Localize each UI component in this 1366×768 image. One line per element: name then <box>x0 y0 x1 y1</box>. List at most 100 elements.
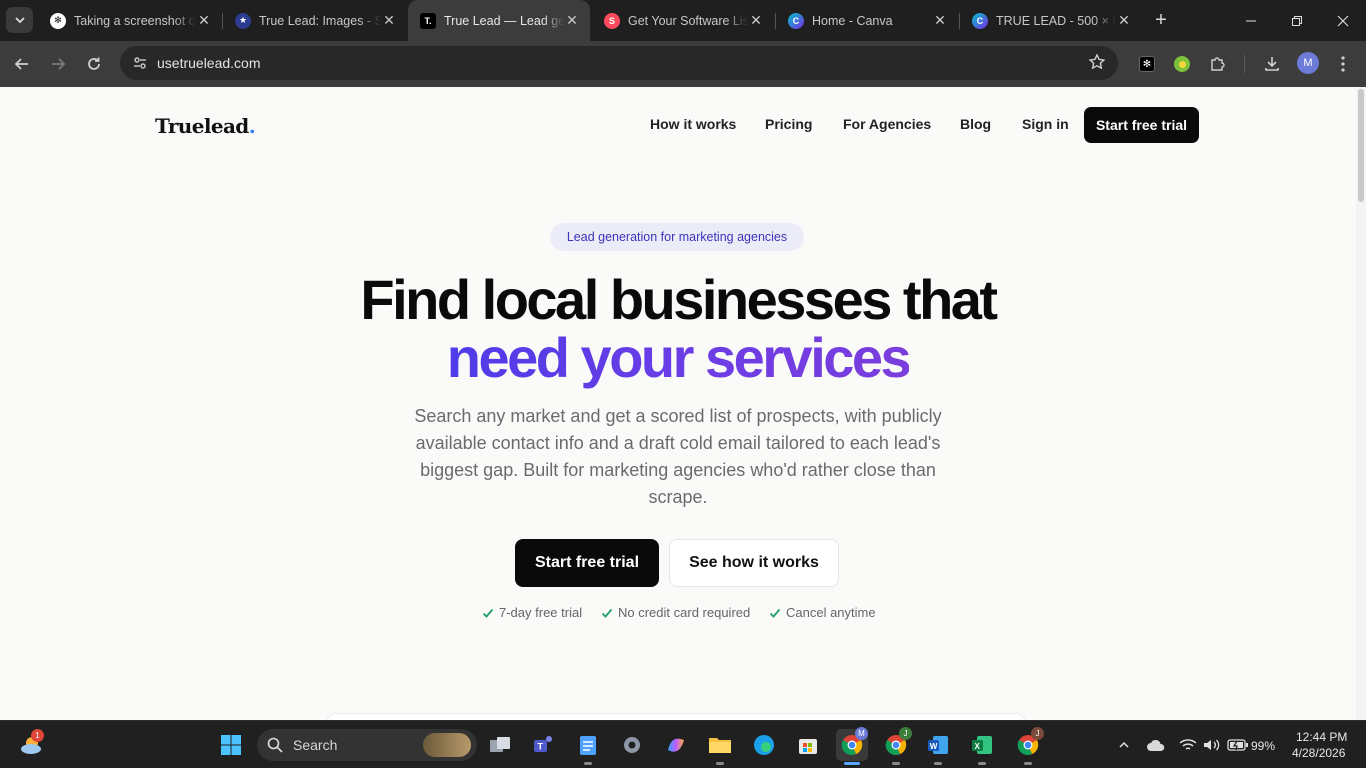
new-tab-button[interactable]: + <box>1150 9 1172 31</box>
nav-pricing[interactable]: Pricing <box>765 116 812 132</box>
weather-widget[interactable]: 1 <box>16 729 48 761</box>
close-icon[interactable]: ✕ <box>1116 12 1132 29</box>
running-indicator <box>716 762 724 765</box>
browser-tab[interactable]: ✻ Taking a screenshot of ✕ <box>38 0 222 41</box>
url-text[interactable]: usetruelead.com <box>157 55 261 71</box>
close-icon[interactable]: ✕ <box>932 12 948 29</box>
close-icon[interactable]: ✕ <box>564 12 580 29</box>
gear-icon <box>624 737 640 753</box>
profile-badge: M <box>855 727 868 740</box>
check-icon <box>482 608 494 618</box>
microsoft-store-app[interactable] <box>792 729 824 761</box>
downloads-button[interactable] <box>1262 54 1282 74</box>
nav-start-free-trial-button[interactable]: Start free trial <box>1084 107 1199 143</box>
chrome-app-profile-m[interactable]: M <box>836 727 868 765</box>
browser-toolbar: usetruelead.com ✻ <box>0 41 1366 87</box>
star-icon <box>1088 53 1106 70</box>
forward-button[interactable] <box>44 50 72 78</box>
lightbulb-extension-button[interactable] <box>1172 54 1192 74</box>
onedrive-button[interactable] <box>1140 729 1172 761</box>
running-indicator <box>584 762 592 765</box>
hero-start-free-trial-button[interactable]: Start free trial <box>515 539 659 587</box>
close-window-button[interactable] <box>1320 0 1366 41</box>
start-button[interactable] <box>215 729 247 761</box>
bookmark-star-button[interactable] <box>1088 53 1106 76</box>
check-icon <box>769 608 781 618</box>
notepad-icon <box>580 736 596 755</box>
settings-app[interactable] <box>616 729 648 761</box>
notepad-app[interactable] <box>572 729 604 765</box>
close-icon[interactable]: ✕ <box>748 12 764 29</box>
canva-icon: C <box>788 12 804 29</box>
copilot-icon <box>668 738 684 752</box>
browser-tab[interactable]: S Get Your Software Lis ✕ <box>592 0 774 41</box>
site-info-button[interactable] <box>128 51 152 75</box>
excel-icon: X <box>972 736 992 754</box>
chevron-up-icon <box>1119 741 1129 748</box>
chatgpt-extension-button[interactable]: ✻ <box>1137 54 1157 74</box>
page-scrollbar[interactable] <box>1356 87 1366 720</box>
file-explorer-app[interactable] <box>704 729 736 765</box>
browser-tab[interactable]: C Home - Canva ✕ <box>776 0 958 41</box>
close-icon[interactable]: ✕ <box>381 12 397 29</box>
perk-item: No credit card required <box>601 605 750 620</box>
reload-button[interactable] <box>80 50 108 78</box>
close-icon <box>1337 15 1349 26</box>
hero-see-how-it-works-button[interactable]: See how it works <box>669 539 839 587</box>
back-button[interactable] <box>8 50 36 78</box>
clock-date[interactable]: 4/28/2026 <box>1292 746 1345 760</box>
restore-button[interactable] <box>1274 0 1320 41</box>
speaker-icon <box>1204 739 1220 751</box>
truelead-favicon: T. <box>420 12 436 29</box>
excel-app[interactable]: X <box>966 729 998 765</box>
arrow-right-icon <box>52 58 66 70</box>
openai-icon: ✻ <box>50 12 66 29</box>
address-bar[interactable]: usetruelead.com <box>120 46 1118 80</box>
search-icon <box>267 737 283 753</box>
close-icon[interactable]: ✕ <box>196 12 212 29</box>
browser-tab-active[interactable]: T. True Lead — Lead gen ✕ <box>408 0 590 41</box>
battery-percent: 99% <box>1251 739 1276 753</box>
profile-avatar[interactable]: M <box>1297 52 1319 74</box>
extensions-button[interactable] <box>1208 54 1228 74</box>
clock-time[interactable]: 12:44 PM <box>1296 730 1347 744</box>
running-indicator <box>892 762 900 765</box>
running-indicator <box>934 762 942 765</box>
appsumo-icon: S <box>604 12 620 29</box>
browser-tab[interactable]: C TRUE LEAD - 500 × 50 ✕ <box>960 0 1142 41</box>
tab-search-button[interactable] <box>6 7 33 33</box>
store-icon <box>799 739 817 754</box>
chrome-app-profile-j2[interactable]: J <box>1012 727 1044 765</box>
chrome-app-profile-j[interactable]: J <box>880 727 912 765</box>
browser-tab[interactable]: ★ True Lead: Images - Sh ✕ <box>223 0 407 41</box>
search-highlight-image <box>423 733 471 757</box>
nav-blog[interactable]: Blog <box>960 116 991 132</box>
truelead-logo[interactable]: Truelead. <box>155 114 256 138</box>
windows-logo-icon <box>221 735 241 755</box>
minimize-button[interactable] <box>1228 0 1274 41</box>
nav-how-it-works[interactable]: How it works <box>650 116 736 132</box>
scrollbar-thumb[interactable] <box>1358 89 1364 202</box>
edge-app[interactable] <box>748 729 780 761</box>
chrome-menu-button[interactable] <box>1333 54 1353 74</box>
volume-button[interactable] <box>1196 729 1228 761</box>
taskbar-search[interactable]: Search <box>257 729 477 761</box>
perk-item: 7-day free trial <box>482 605 582 620</box>
copilot-app[interactable] <box>660 729 692 761</box>
running-indicator <box>978 762 986 765</box>
word-app[interactable]: W <box>922 729 954 765</box>
task-view-button[interactable] <box>484 729 516 761</box>
show-hidden-icons-button[interactable] <box>1108 729 1140 761</box>
folder-icon <box>709 738 731 753</box>
minimize-icon <box>1246 20 1256 21</box>
hero-subtext: Search any market and get a scored list … <box>414 406 942 507</box>
edge-icon <box>754 735 774 755</box>
wifi-icon <box>1179 739 1197 750</box>
download-icon <box>1265 57 1279 71</box>
browser-tab-strip: ✻ Taking a screenshot of ✕ ★ True Lead: … <box>0 0 1366 41</box>
nav-for-agencies[interactable]: For Agencies <box>843 116 931 132</box>
teams-app[interactable]: T <box>528 729 560 761</box>
svg-text:W: W <box>930 742 938 751</box>
nav-sign-in[interactable]: Sign in <box>1022 116 1069 132</box>
tune-icon <box>134 57 146 69</box>
